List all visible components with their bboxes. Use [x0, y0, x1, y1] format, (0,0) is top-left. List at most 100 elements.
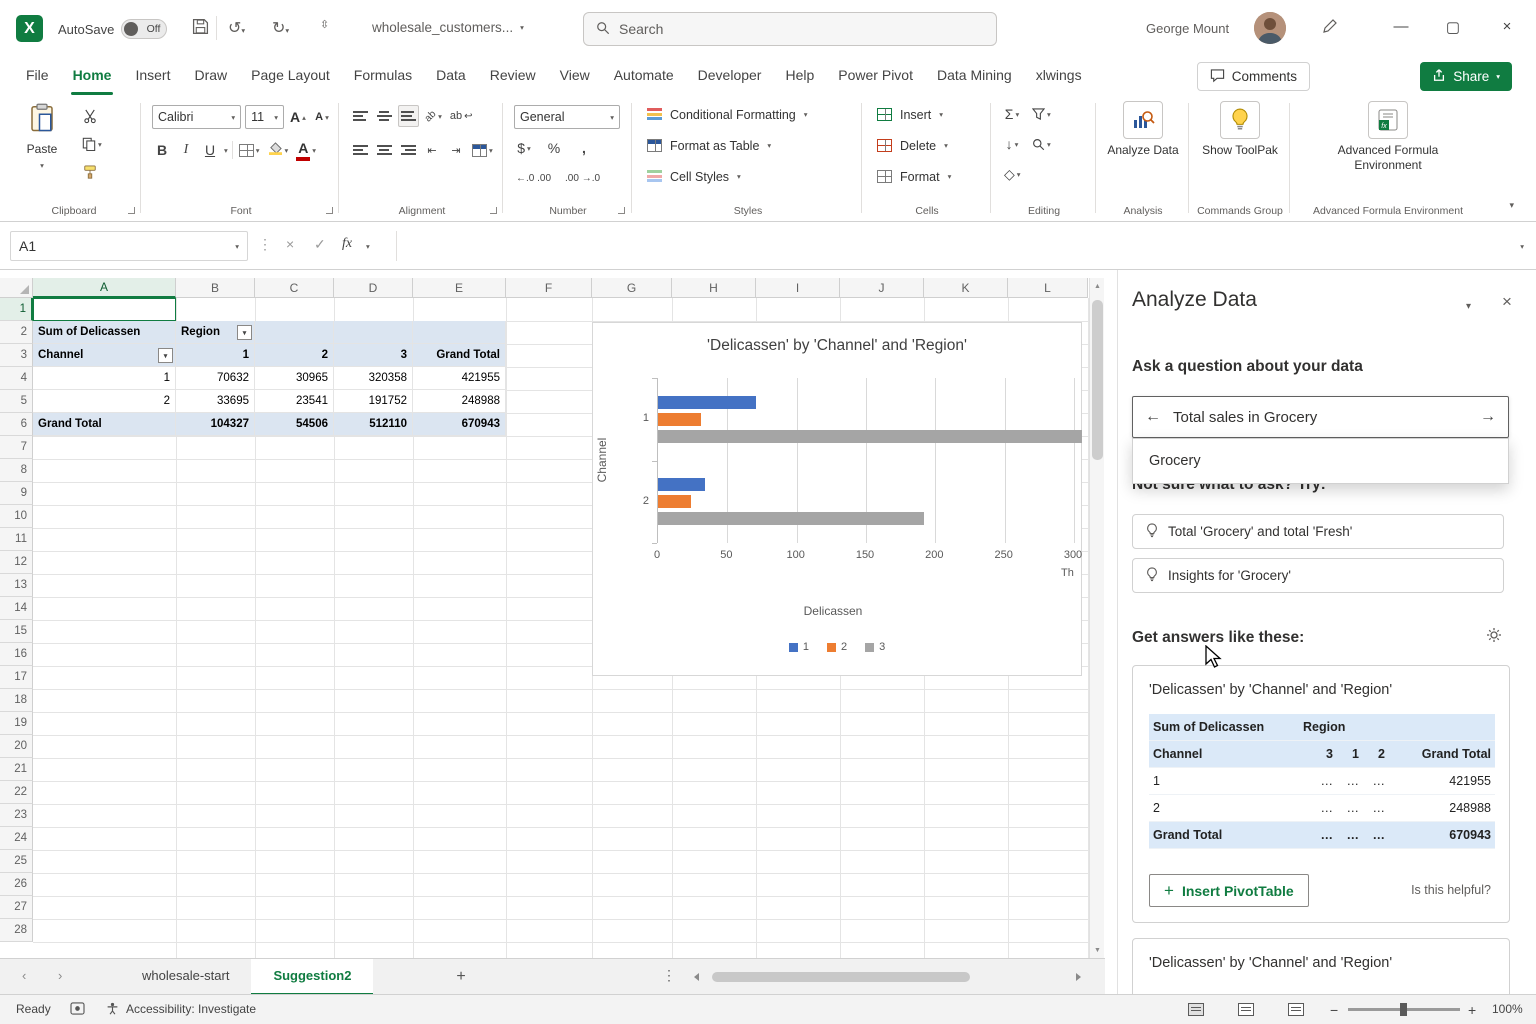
grow-font-button[interactable]: A▴: [288, 106, 308, 128]
page-layout-view-icon[interactable]: [1238, 1003, 1254, 1016]
close-button[interactable]: ×: [1492, 18, 1522, 35]
pivot-value-cell[interactable]: 421955: [413, 367, 506, 390]
row-header-15[interactable]: 15: [0, 620, 33, 643]
pen-icon[interactable]: [1322, 18, 1338, 39]
chart-legend-item[interactable]: 2: [827, 641, 847, 653]
cell-styles-button[interactable]: Cell Styles ▾: [647, 163, 741, 190]
vertical-scroll-thumb[interactable]: [1092, 300, 1103, 460]
ribbon-tab-automate[interactable]: Automate: [602, 58, 686, 95]
row-header-13[interactable]: 13: [0, 574, 33, 597]
row-header-28[interactable]: 28: [0, 919, 33, 942]
add-sheet-button[interactable]: +: [450, 966, 472, 988]
row-header-9[interactable]: 9: [0, 482, 33, 505]
align-left-button[interactable]: [350, 139, 370, 161]
decrease-decimal-button[interactable]: .00 →.0: [563, 167, 602, 189]
pivot-value-cell[interactable]: 670943: [413, 413, 506, 436]
comma-style-button[interactable]: ,: [574, 137, 594, 159]
row-header-25[interactable]: 25: [0, 850, 33, 873]
name-box-splitter[interactable]: ⋮: [258, 236, 272, 253]
column-header-E[interactable]: E: [413, 278, 506, 298]
ribbon-tab-developer[interactable]: Developer: [686, 58, 774, 95]
pivot-value-cell[interactable]: 54506: [255, 413, 334, 436]
filter-button[interactable]: ▾: [237, 325, 252, 340]
chart-legend-item[interactable]: 3: [865, 641, 885, 653]
merge-center-button[interactable]: ▾: [470, 139, 495, 161]
row-header-22[interactable]: 22: [0, 781, 33, 804]
answer-card[interactable]: 'Delicassen' by 'Channel' and 'Region' S…: [1132, 665, 1510, 923]
insert-pivottable-button[interactable]: + Insert PivotTable: [1149, 874, 1309, 907]
zoom-slider-thumb[interactable]: [1400, 1003, 1407, 1016]
ribbon-tab-formulas[interactable]: Formulas: [342, 58, 424, 95]
ribbon-tab-data-mining[interactable]: Data Mining: [925, 58, 1024, 95]
row-header-21[interactable]: 21: [0, 758, 33, 781]
format-painter-button[interactable]: [80, 161, 100, 183]
pivot-value-cell[interactable]: 33695: [176, 390, 255, 413]
show-toolpak-button[interactable]: Show ToolPak: [1202, 101, 1278, 158]
select-all-corner[interactable]: [0, 278, 33, 298]
spreadsheet[interactable]: ABCDEFGHIJKL 123456789101112131415161718…: [0, 270, 1105, 958]
decrease-indent-button[interactable]: ⇤: [422, 139, 442, 161]
top-align-button[interactable]: [350, 105, 370, 127]
bold-button[interactable]: B: [152, 139, 172, 161]
column-header-A[interactable]: A: [33, 278, 176, 298]
ribbon-tab-draw[interactable]: Draw: [182, 58, 239, 95]
row-header-11[interactable]: 11: [0, 528, 33, 551]
row-header-20[interactable]: 20: [0, 735, 33, 758]
row-header-12[interactable]: 12: [0, 551, 33, 574]
orientation-button[interactable]: ab▾: [423, 105, 444, 127]
fill-button[interactable]: ↓▾: [1002, 133, 1022, 155]
save-icon[interactable]: [192, 18, 209, 40]
back-arrow-icon[interactable]: ←: [1145, 408, 1161, 426]
row-header-5[interactable]: 5: [0, 390, 33, 413]
chart-bar-series1-cat2[interactable]: [658, 478, 705, 491]
share-button[interactable]: Share ▾: [1420, 62, 1512, 91]
zoom-level[interactable]: 100%: [1492, 1002, 1523, 1016]
font-size-select[interactable]: 11▾: [245, 105, 284, 129]
horizontal-scrollbar[interactable]: [690, 972, 1085, 982]
column-header-F[interactable]: F: [506, 278, 592, 298]
avatar[interactable]: [1254, 12, 1286, 44]
column-header-D[interactable]: D: [334, 278, 413, 298]
scroll-right-icon[interactable]: [1076, 973, 1081, 981]
underline-button[interactable]: U: [200, 139, 220, 161]
ribbon-tab-review[interactable]: Review: [478, 58, 548, 95]
try-suggestion-1[interactable]: Total 'Grocery' and total 'Fresh': [1132, 514, 1504, 549]
answer-card-2[interactable]: 'Delicassen' by 'Channel' and 'Region': [1132, 938, 1510, 994]
insert-function-icon[interactable]: fx: [342, 236, 352, 252]
column-header-C[interactable]: C: [255, 278, 334, 298]
page-break-view-icon[interactable]: [1288, 1003, 1304, 1016]
confirm-entry-icon[interactable]: ✓: [314, 236, 326, 253]
copy-button[interactable]: ▾: [80, 133, 104, 155]
chart-bar-series2-cat2[interactable]: [658, 495, 691, 508]
comments-button[interactable]: Comments: [1197, 62, 1310, 91]
row-header-26[interactable]: 26: [0, 873, 33, 896]
column-header-K[interactable]: K: [924, 278, 1008, 298]
row-header-19[interactable]: 19: [0, 712, 33, 735]
pivot-value-cell[interactable]: 320358: [334, 367, 413, 390]
chart-bar-series3-cat2[interactable]: [658, 512, 924, 525]
search-input[interactable]: Search: [583, 12, 997, 46]
chart-bar-series2-cat1[interactable]: [658, 413, 701, 426]
ribbon-tab-view[interactable]: View: [548, 58, 602, 95]
pivot-value-cell[interactable]: 191752: [334, 390, 413, 413]
column-header-G[interactable]: G: [592, 278, 672, 298]
conditional-formatting-button[interactable]: Conditional Formatting ▾: [647, 101, 808, 128]
row-header-7[interactable]: 7: [0, 436, 33, 459]
accessibility-status[interactable]: Accessibility: Investigate: [126, 1002, 256, 1016]
pivot-row-label[interactable]: 1: [33, 367, 176, 390]
autosave-toggle[interactable]: Off: [121, 19, 167, 39]
row-header-17[interactable]: 17: [0, 666, 33, 689]
italic-button[interactable]: I: [176, 139, 196, 161]
zoom-slider[interactable]: [1348, 1008, 1460, 1011]
prev-sheet-icon[interactable]: ‹: [22, 968, 26, 983]
pivot-value-cell[interactable]: 104327: [176, 413, 255, 436]
row-header-3[interactable]: 3: [0, 344, 33, 367]
wrap-text-button[interactable]: ab↩: [448, 105, 475, 127]
excel-logo-icon[interactable]: X: [16, 15, 43, 42]
pivot-row-label[interactable]: Grand Total: [33, 413, 176, 436]
number-format-select[interactable]: General▾: [514, 105, 620, 129]
percent-style-button[interactable]: %: [544, 137, 564, 159]
ribbon-tab-home[interactable]: Home: [61, 58, 124, 95]
accessibility-icon[interactable]: [106, 1002, 119, 1018]
horizontal-scroll-thumb[interactable]: [712, 972, 970, 982]
